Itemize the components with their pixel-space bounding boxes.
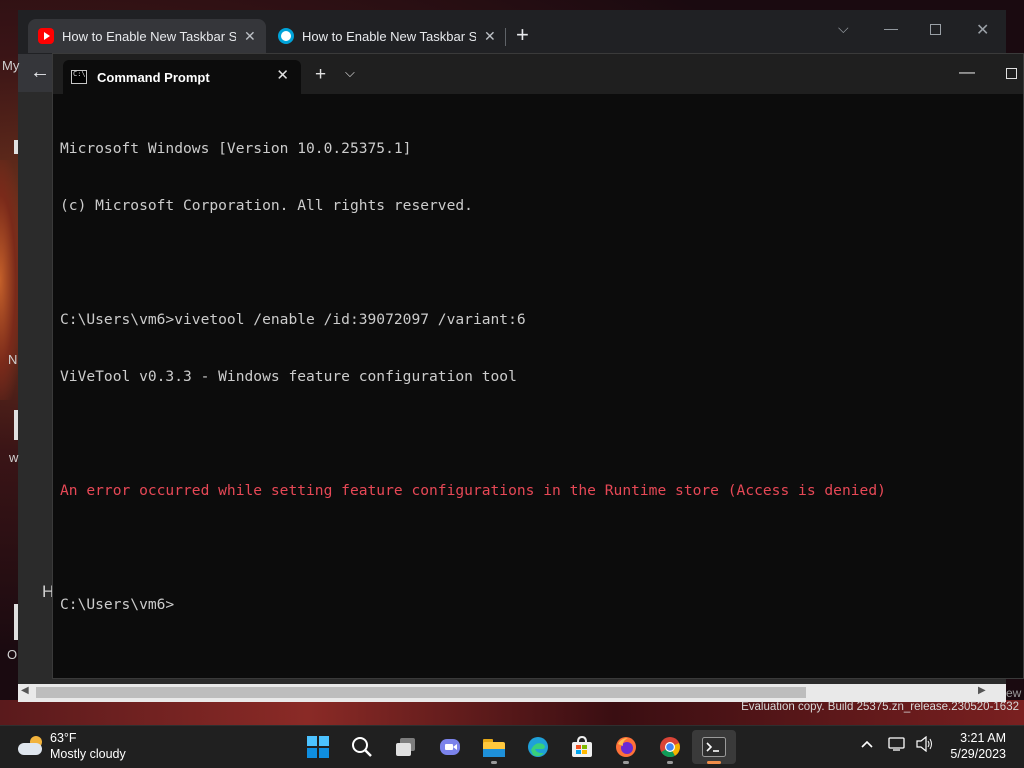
network-icon[interactable] xyxy=(888,736,906,755)
minimize-button[interactable]: — xyxy=(959,64,975,82)
close-icon[interactable]: ✕ xyxy=(484,28,496,45)
teams-chat-button[interactable] xyxy=(428,730,472,764)
file-explorer-icon xyxy=(483,739,505,757)
terminal-button[interactable] xyxy=(692,730,736,764)
task-view-icon xyxy=(396,738,415,756)
close-icon[interactable]: ✕ xyxy=(276,66,289,84)
new-tab-button[interactable]: + xyxy=(516,24,529,46)
browser-tab-title: How to Enable New Taskbar Sear xyxy=(62,28,236,44)
browser-tab-1[interactable]: How to Enable New Taskbar Sear ✕ xyxy=(28,19,266,53)
clock-time: 3:21 AM xyxy=(960,731,1006,745)
teams-chat-icon xyxy=(440,739,460,755)
terminal-line: ViVeTool v0.3.3 - Windows feature config… xyxy=(60,368,517,385)
terminal-line: Microsoft Windows [Version 10.0.25375.1] xyxy=(60,140,412,157)
evaluation-watermark: Evaluation copy. Build 25375.zn_release.… xyxy=(741,701,1019,713)
chevron-down-icon[interactable]: ⌵ xyxy=(345,65,355,81)
partly-cloudy-icon xyxy=(18,736,44,756)
browser-tab-2[interactable]: How to Enable New Taskbar Sear ✕ xyxy=(268,19,506,53)
start-button[interactable] xyxy=(296,730,340,764)
chrome-icon xyxy=(660,737,680,758)
start-icon xyxy=(307,736,329,758)
terminal-line: (c) Microsoft Corporation. All rights re… xyxy=(60,197,473,214)
taskbar-apps xyxy=(296,730,736,764)
side-text: w xyxy=(9,450,19,465)
maximize-button[interactable] xyxy=(1006,68,1017,79)
edge-icon xyxy=(528,737,548,757)
scroll-left-icon[interactable]: ◀ xyxy=(21,685,29,696)
store-icon xyxy=(572,736,592,757)
terminal-line: C:\Users\vm6>vivetool /enable /id:390720… xyxy=(60,311,526,328)
file-explorer-button[interactable] xyxy=(472,730,516,764)
weather-widget[interactable]: 63°F Mostly cloudy xyxy=(18,730,126,762)
firefox-button[interactable] xyxy=(604,730,648,764)
corner-text: ew xyxy=(1006,686,1022,700)
youtube-icon xyxy=(38,28,54,44)
terminal-tab[interactable]: Command Prompt ✕ xyxy=(63,60,301,94)
clock-date: 5/29/2023 xyxy=(950,747,1006,761)
terminal-error-line: An error occurred while setting feature … xyxy=(60,482,886,499)
active-indicator xyxy=(707,761,721,764)
running-indicator xyxy=(667,761,673,764)
new-tab-button[interactable]: + xyxy=(315,64,326,86)
system-clock[interactable]: 3:21 AM 5/29/2023 xyxy=(950,730,1006,762)
edge-button[interactable] xyxy=(516,730,560,764)
side-icon xyxy=(14,140,18,154)
weather-temp: 63°F xyxy=(50,731,77,745)
chevron-up-icon[interactable] xyxy=(860,737,874,755)
minimize-button[interactable]: — xyxy=(884,20,898,36)
terminal-window: Command Prompt ✕ + ⌵ — Microsoft Windows… xyxy=(52,53,1024,679)
search-button[interactable] xyxy=(340,730,384,764)
close-button[interactable]: ✕ xyxy=(976,20,989,40)
side-text: N xyxy=(8,352,18,367)
weather-condition: Mostly cloudy xyxy=(50,747,126,761)
running-indicator xyxy=(491,761,497,764)
horizontal-scrollbar[interactable]: ◀ ▶ xyxy=(18,684,1006,702)
search-icon xyxy=(352,737,372,757)
system-tray xyxy=(860,735,934,755)
side-text: My xyxy=(2,58,20,73)
terminal-titlebar: Command Prompt ✕ + ⌵ — xyxy=(53,54,1023,94)
terminal-icon xyxy=(702,737,726,757)
firefox-icon xyxy=(616,737,636,757)
browser-tab-title: How to Enable New Taskbar Sear xyxy=(302,28,476,44)
taskbar: 63°F Mostly cloudy 3:21 AM 5/29/2023 xyxy=(0,725,1024,768)
command-prompt-icon xyxy=(71,70,87,84)
browser-tabstrip: How to Enable New Taskbar Sear ✕ How to … xyxy=(18,10,1006,54)
chevron-down-icon[interactable]: ⌵ xyxy=(838,20,849,37)
close-icon[interactable]: ✕ xyxy=(244,28,256,45)
store-button[interactable] xyxy=(560,730,604,764)
terminal-output[interactable]: Microsoft Windows [Version 10.0.25375.1]… xyxy=(60,101,886,652)
site-icon xyxy=(278,28,294,44)
running-indicator xyxy=(623,761,629,764)
back-arrow-icon[interactable]: ← xyxy=(30,61,50,84)
scroll-right-icon[interactable]: ▶ xyxy=(978,685,986,696)
task-view-button[interactable] xyxy=(384,730,428,764)
volume-icon[interactable] xyxy=(916,735,934,755)
side-icon xyxy=(14,410,18,440)
chrome-button[interactable] xyxy=(648,730,692,764)
side-text: O xyxy=(7,647,18,662)
scrollbar-thumb[interactable] xyxy=(36,687,806,698)
tab-separator xyxy=(505,28,506,46)
side-icon xyxy=(14,604,18,640)
maximize-button[interactable] xyxy=(930,24,941,35)
terminal-tab-title: Command Prompt xyxy=(97,69,210,85)
terminal-prompt-line: C:\Users\vm6> xyxy=(60,596,175,613)
